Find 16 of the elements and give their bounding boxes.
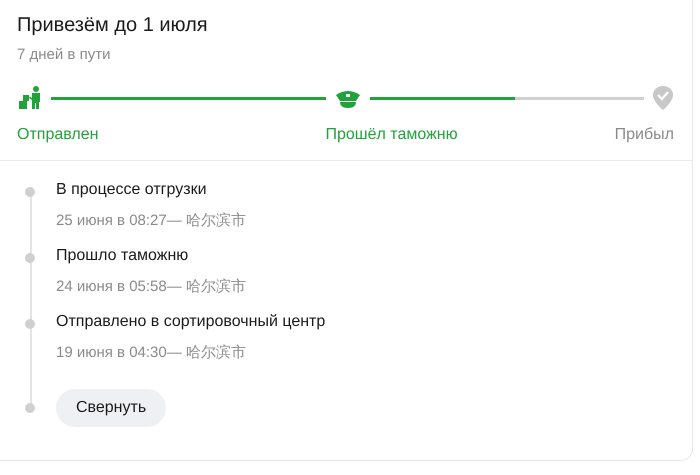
delivery-title: Привезём до 1 июля <box>17 14 209 37</box>
event-status: В процессе отгрузки <box>56 181 208 199</box>
stage-label: Отправлен <box>17 126 98 144</box>
timeline-dot <box>25 403 35 413</box>
event-time: 25 июня в 08:27— 哈尔滨市 <box>56 211 246 230</box>
event-status: Прошло таможню <box>56 247 190 265</box>
transit-time: 7 дней в пути <box>17 46 112 63</box>
timeline-dot <box>25 319 35 329</box>
event-time: 24 июня в 05:58— 哈尔滨市 <box>56 277 246 296</box>
event-status: Отправлено в сортировочный центр <box>56 313 326 331</box>
timeline-dot <box>25 253 35 263</box>
collapse-button[interactable]: Свернуть <box>56 389 166 427</box>
timeline-dot <box>25 187 35 197</box>
stage-label: Прошёл таможню <box>325 126 458 144</box>
stage-label: Прибыл <box>614 126 674 144</box>
event-time: 19 июня в 04:30— 哈尔滨市 <box>56 343 247 362</box>
